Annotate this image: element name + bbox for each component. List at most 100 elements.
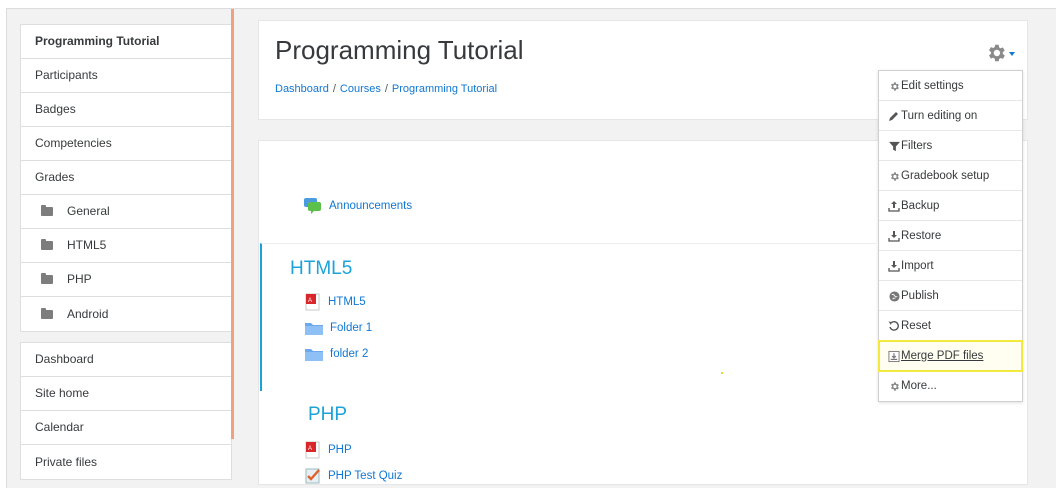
menu-item-label: Import: [901, 259, 934, 272]
gear-icon: [888, 380, 900, 392]
menu-item-import[interactable]: Import: [879, 251, 1022, 281]
chevron-down-icon: [1009, 52, 1015, 56]
menu-item-filters[interactable]: Filters: [879, 131, 1022, 161]
activity-announcements[interactable]: Announcements: [303, 197, 412, 215]
menu-item-merge-pdf-files[interactable]: Merge PDF files: [878, 340, 1023, 372]
merge-pdf-icon: [888, 350, 900, 362]
folder-icon: [41, 205, 53, 216]
section-html5: [260, 243, 876, 391]
activity-label: HTML5: [328, 296, 366, 308]
folder-icon: [41, 307, 53, 319]
menu-item-backup[interactable]: Backup: [879, 191, 1022, 221]
sidebar-item-general[interactable]: General: [21, 195, 231, 229]
breadcrumb-separator: /: [332, 83, 336, 95]
folder-icon: [41, 239, 53, 250]
menu-item-label: Restore: [901, 229, 942, 242]
sidebar-item-android[interactable]: Android: [21, 297, 231, 331]
menu-item-more[interactable]: More...: [879, 371, 1022, 401]
menu-item-label: Edit settings: [901, 79, 964, 92]
activity-php-pdf[interactable]: A PHP: [304, 441, 352, 459]
sidebar-item-label: Android: [67, 306, 109, 321]
page-title: Programming Tutorial: [275, 35, 524, 65]
sidebar-item-calendar[interactable]: Calendar: [21, 411, 231, 445]
sidebar-item-label: Dashboard: [35, 352, 94, 366]
menu-item-label: Gradebook setup: [901, 169, 990, 182]
menu-item-label: More...: [901, 380, 937, 392]
globe-icon: [888, 290, 900, 302]
activity-label: PHP: [328, 444, 352, 456]
sidebar-item-private-files[interactable]: Private files: [21, 445, 231, 479]
svg-text:A: A: [308, 298, 312, 304]
folder-icon: [41, 273, 53, 284]
breadcrumb-dashboard[interactable]: Dashboard: [275, 83, 329, 95]
sidebar-item-site-home[interactable]: Site home: [21, 377, 231, 411]
gear-icon: [888, 80, 900, 92]
gear-icon: [888, 170, 900, 182]
menu-item-label: Reset: [901, 319, 932, 332]
folder-icon: [304, 320, 324, 336]
filter-icon: [888, 140, 900, 152]
reset-icon: [888, 320, 900, 332]
section-title-php[interactable]: PHP: [308, 404, 347, 426]
sidebar-item-badges[interactable]: Badges: [21, 93, 231, 127]
menu-item-label: Backup: [901, 199, 940, 212]
sidebar-item-label: General: [67, 204, 110, 218]
activity-folder-2[interactable]: folder 2: [304, 346, 368, 362]
folder-icon: [304, 346, 324, 362]
section-title-html5[interactable]: HTML5: [290, 258, 352, 280]
menu-item-edit-settings[interactable]: Edit settings: [879, 71, 1022, 101]
course-nav-block: Programming Tutorial Participants Badges…: [20, 24, 232, 332]
menu-item-turn-editing-on[interactable]: Turn editing on: [879, 101, 1022, 131]
sidebar-item-php[interactable]: PHP: [21, 263, 231, 297]
sidebar-item-html5[interactable]: HTML5: [21, 229, 231, 263]
sidebar-item-label: Competencies: [35, 136, 112, 150]
download-icon: [888, 230, 900, 242]
sidebar-item-label: Private files: [35, 454, 98, 469]
sidebar-item-course[interactable]: Programming Tutorial: [21, 25, 231, 59]
forum-icon: [303, 197, 323, 215]
menu-item-publish[interactable]: Publish: [879, 281, 1022, 311]
actions-menu-toggle[interactable]: [985, 44, 1019, 64]
sidebar-item-label: Badges: [35, 102, 76, 116]
sidebar-item-label: Participants: [35, 68, 98, 82]
sidebar-item-label: Calendar: [35, 420, 84, 434]
sidebar-item-label: Grades: [35, 170, 75, 184]
svg-text:A: A: [308, 446, 312, 452]
actions-menu: Edit settings Turn editing on Filters Gr…: [878, 70, 1023, 402]
site-nav-block: Dashboard Site home Calendar Private fil…: [20, 342, 232, 480]
sidebar-item-label: Programming Tutorial: [35, 34, 160, 48]
gear-icon: [985, 42, 1007, 67]
menu-item-reset[interactable]: Reset: [879, 311, 1022, 341]
pencil-icon: [888, 110, 900, 122]
sidebar-item-label: PHP: [67, 272, 92, 286]
activity-label: Announcements: [329, 200, 413, 212]
menu-item-label: Merge PDF files: [901, 349, 984, 362]
menu-item-gradebook-setup[interactable]: Gradebook setup: [879, 161, 1022, 191]
cursor-artifact: [721, 372, 723, 374]
drawer-edge-divider: [231, 9, 234, 439]
menu-item-restore[interactable]: Restore: [879, 221, 1022, 251]
menu-item-label: Turn editing on: [901, 109, 978, 122]
menu-item-label: Publish: [901, 289, 939, 302]
nav-drawer: Programming Tutorial Participants Badges…: [20, 24, 232, 480]
sidebar-item-label: Site home: [35, 386, 90, 400]
sidebar-item-participants[interactable]: Participants: [21, 59, 231, 93]
activity-label: Folder 1: [330, 322, 373, 334]
activity-label: PHP Test Quiz: [328, 470, 403, 482]
download-icon: [888, 260, 900, 272]
activity-html5-pdf[interactable]: A HTML5: [304, 293, 366, 311]
activity-folder-1[interactable]: Folder 1: [304, 320, 372, 336]
pdf-icon: A: [304, 441, 322, 459]
activity-label: folder 2: [330, 348, 369, 360]
breadcrumb: Dashboard / Courses / Programming Tutorial: [275, 83, 497, 95]
breadcrumb-course[interactable]: Programming Tutorial: [392, 83, 497, 95]
breadcrumb-courses[interactable]: Courses: [340, 83, 381, 95]
activity-php-quiz[interactable]: PHP Test Quiz: [304, 467, 402, 485]
menu-item-label: Filters: [901, 139, 933, 152]
sidebar-item-dashboard[interactable]: Dashboard: [21, 343, 231, 377]
upload-icon: [888, 200, 900, 212]
sidebar-item-grades[interactable]: Grades: [21, 161, 231, 195]
sidebar-item-label: HTML5: [67, 238, 107, 252]
quiz-icon: [304, 467, 322, 485]
sidebar-item-competencies[interactable]: Competencies: [21, 127, 231, 161]
